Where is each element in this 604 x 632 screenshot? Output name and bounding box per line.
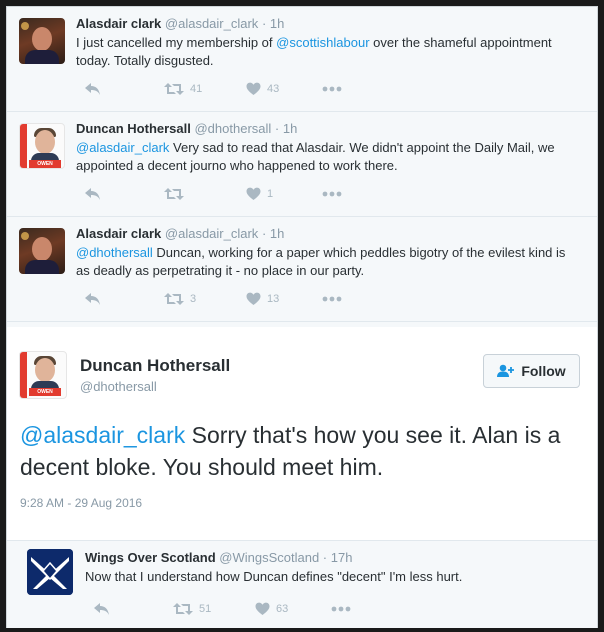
like-icon <box>255 602 270 615</box>
timestamp[interactable]: · 1h <box>262 226 284 241</box>
display-name[interactable]: Alasdair clark <box>76 226 161 241</box>
tweet[interactable]: Alasdair clark @alasdair_clark · 1h @dho… <box>7 217 597 322</box>
retweet-icon <box>164 188 184 200</box>
retweet-icon <box>173 603 193 615</box>
retweet-count: 51 <box>199 603 212 615</box>
display-name[interactable]: Wings Over Scotland <box>85 550 216 565</box>
tweet-text: @alasdair_clark Very sad to read that Al… <box>76 140 555 173</box>
retweet-button[interactable]: 3 <box>164 290 196 308</box>
more-icon <box>331 606 351 612</box>
retweet-icon <box>164 83 184 95</box>
username[interactable]: @dhothersall <box>80 379 157 394</box>
avatar[interactable] <box>19 228 65 274</box>
tweet-text: @alasdair_clark Sorry that's how you see… <box>20 422 561 480</box>
avatar[interactable] <box>27 549 73 595</box>
reply-icon <box>85 188 100 200</box>
tweet-text: @dhothersall Duncan, working for a paper… <box>76 245 566 278</box>
like-icon <box>246 292 261 305</box>
tweet[interactable]: OWEN SMITH Duncan Hothersall @dhothersal… <box>7 112 597 217</box>
tweet-actions: 1 <box>76 185 376 203</box>
timestamp[interactable]: · 1h <box>275 121 297 136</box>
reply-icon <box>94 603 109 615</box>
like-icon <box>246 82 261 95</box>
expanded-tweet: OWEN SMITH Duncan Hothersall @dhothersal… <box>7 327 597 628</box>
display-name[interactable]: Duncan Hothersall <box>76 121 191 136</box>
tweet-text: I just cancelled my membership of @scott… <box>76 35 552 68</box>
avatar[interactable] <box>19 18 65 64</box>
reply-icon <box>85 293 100 305</box>
timeline: Alasdair clark @alasdair_clark · 1h I ju… <box>6 6 598 628</box>
like-button[interactable]: 63 <box>255 600 288 618</box>
username[interactable]: @dhothersall <box>194 121 271 136</box>
tweet-header: Duncan Hothersall @dhothersall · 1h <box>76 121 297 136</box>
reply-button[interactable] <box>84 80 101 98</box>
follow-button[interactable]: Follow <box>483 354 580 388</box>
more-button[interactable] <box>322 80 342 98</box>
reply-button[interactable] <box>93 600 110 618</box>
more-button[interactable] <box>331 600 351 618</box>
tweet-header: Wings Over Scotland @WingsScotland · 17h <box>85 550 352 565</box>
follow-user-icon <box>497 364 515 377</box>
like-count: 1 <box>267 188 274 200</box>
avatar-tag: OWEN SMITH <box>29 388 61 398</box>
tweet-actions: 41 43 <box>76 80 376 98</box>
retweet-count: 3 <box>190 293 197 305</box>
like-icon <box>246 187 261 200</box>
more-icon <box>322 86 342 92</box>
retweet-button[interactable]: 41 <box>164 80 202 98</box>
display-name[interactable]: Duncan Hothersall <box>80 356 230 376</box>
username[interactable]: @alasdair_clark <box>165 226 258 241</box>
display-name[interactable]: Alasdair clark <box>76 16 161 31</box>
tweet-actions: 3 13 <box>76 290 376 308</box>
more-button[interactable] <box>322 290 342 308</box>
retweet-button[interactable]: 51 <box>173 600 211 618</box>
saltire-logo-icon <box>27 549 73 595</box>
like-count: 13 <box>267 293 280 305</box>
like-button[interactable]: 1 <box>246 185 273 203</box>
retweet-count: 41 <box>190 83 203 95</box>
reply-icon <box>85 83 100 95</box>
avatar[interactable]: OWEN SMITH <box>19 351 67 399</box>
tweet-header: Alasdair clark @alasdair_clark · 1h <box>76 16 284 31</box>
retweet-button[interactable] <box>164 185 190 203</box>
more-icon <box>322 191 342 197</box>
mention-link[interactable]: @alasdair_clark <box>20 422 185 448</box>
tweet-text: Now that I understand how Duncan defines… <box>85 569 463 584</box>
like-button[interactable]: 43 <box>246 80 279 98</box>
like-button[interactable]: 13 <box>246 290 279 308</box>
mention-link[interactable]: @scottishlabour <box>276 35 369 50</box>
tweet-actions: 51 63 <box>85 600 385 618</box>
timestamp[interactable]: · 1h <box>262 16 284 31</box>
like-count: 63 <box>276 603 289 615</box>
more-icon <box>322 296 342 302</box>
tweet-header: Alasdair clark @alasdair_clark · 1h <box>76 226 284 241</box>
timestamp[interactable]: · 17h <box>323 550 353 565</box>
more-button[interactable] <box>322 185 342 203</box>
reply-button[interactable] <box>84 185 101 203</box>
avatar-tag: OWEN SMITH <box>29 160 61 168</box>
timestamp[interactable]: 9:28 AM - 29 Aug 2016 <box>20 496 142 510</box>
mention-link[interactable]: @alasdair_clark <box>76 140 169 155</box>
mention-link[interactable]: @dhothersall <box>76 245 153 260</box>
like-count: 43 <box>267 83 280 95</box>
username[interactable]: @alasdair_clark <box>165 16 258 31</box>
tweet[interactable]: Alasdair clark @alasdair_clark · 1h I ju… <box>7 7 597 112</box>
reply-button[interactable] <box>84 290 101 308</box>
reply-tweet[interactable]: Wings Over Scotland @WingsScotland · 17h… <box>7 540 597 628</box>
retweet-icon <box>164 293 184 305</box>
follow-label: Follow <box>521 363 566 379</box>
avatar[interactable]: OWEN SMITH <box>19 123 65 169</box>
username[interactable]: @WingsScotland <box>219 550 319 565</box>
